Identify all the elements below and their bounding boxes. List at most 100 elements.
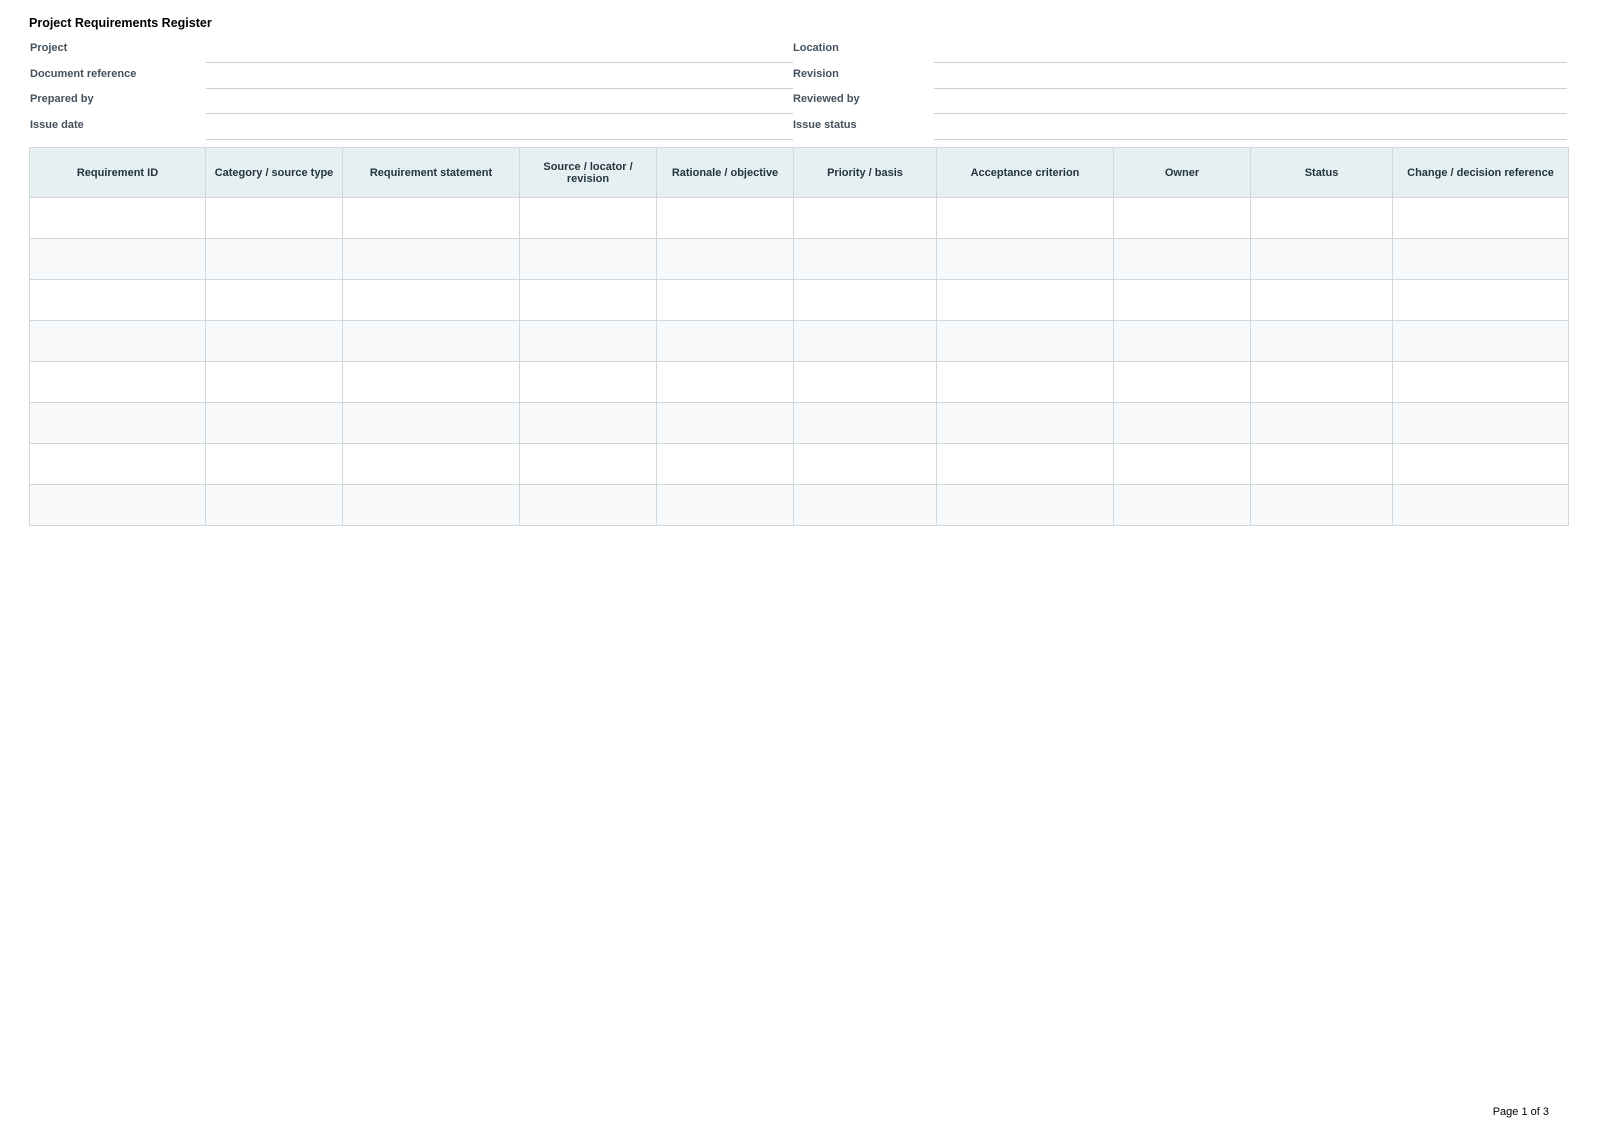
table-cell[interactable] [936, 197, 1114, 239]
table-cell[interactable] [793, 238, 937, 280]
table-cell[interactable] [1392, 279, 1569, 321]
table-cell[interactable] [656, 320, 794, 362]
table-cell[interactable] [205, 484, 343, 526]
table-cell[interactable] [793, 443, 937, 485]
table-cell[interactable] [936, 402, 1114, 444]
table-cell[interactable] [205, 320, 343, 362]
table-cell[interactable] [793, 484, 937, 526]
table-cell[interactable] [656, 443, 794, 485]
metadata-row: Prepared by Reviewed by [29, 89, 1567, 115]
table-cell[interactable] [936, 361, 1114, 403]
table-cell[interactable] [205, 197, 343, 239]
table-cell[interactable] [342, 361, 520, 403]
table-row [29, 279, 1569, 321]
table-cell[interactable] [29, 443, 206, 485]
table-cell[interactable] [656, 484, 794, 526]
table-cell[interactable] [656, 197, 794, 239]
table-cell[interactable] [342, 279, 520, 321]
table-cell[interactable] [29, 197, 206, 239]
table-cell[interactable] [519, 197, 657, 239]
table-cell[interactable] [342, 197, 520, 239]
table-cell[interactable] [656, 279, 794, 321]
table-cell[interactable] [342, 320, 520, 362]
table-cell[interactable] [1113, 484, 1251, 526]
table-cell[interactable] [1250, 279, 1393, 321]
revision-label: Revision [793, 67, 839, 80]
table-cell[interactable] [1392, 361, 1569, 403]
table-cell[interactable] [936, 443, 1114, 485]
table-cell[interactable] [936, 320, 1114, 362]
issue-date-field[interactable] [206, 138, 793, 140]
table-cell[interactable] [936, 484, 1114, 526]
table-cell[interactable] [656, 402, 794, 444]
table-cell[interactable] [793, 279, 937, 321]
issue-status-field[interactable] [934, 138, 1567, 140]
table-cell[interactable] [342, 484, 520, 526]
column-header-category: Category / source type [205, 147, 343, 198]
table-cell[interactable] [205, 402, 343, 444]
table-cell[interactable] [519, 402, 657, 444]
table-cell[interactable] [1113, 443, 1251, 485]
table-cell[interactable] [1113, 320, 1251, 362]
table-cell[interactable] [205, 443, 343, 485]
table-cell[interactable] [1250, 361, 1393, 403]
table-cell[interactable] [1113, 238, 1251, 280]
table-cell[interactable] [1113, 279, 1251, 321]
table-cell[interactable] [519, 320, 657, 362]
table-cell[interactable] [793, 197, 937, 239]
table-cell[interactable] [793, 320, 937, 362]
table-cell[interactable] [519, 279, 657, 321]
table-cell[interactable] [1392, 320, 1569, 362]
column-header-status: Status [1250, 147, 1393, 198]
table-cell[interactable] [205, 361, 343, 403]
table-cell[interactable] [342, 238, 520, 280]
table-cell[interactable] [1392, 197, 1569, 239]
table-cell[interactable] [519, 238, 657, 280]
table-cell[interactable] [793, 402, 937, 444]
table-cell[interactable] [519, 484, 657, 526]
table-cell[interactable] [342, 443, 520, 485]
metadata-row: Project Location [29, 38, 1567, 64]
table-cell[interactable] [1113, 402, 1251, 444]
table-cell[interactable] [1250, 197, 1393, 239]
table-cell[interactable] [936, 279, 1114, 321]
table-cell[interactable] [29, 320, 206, 362]
page-number: Page 1 of 3 [1492, 1106, 1549, 1118]
table-cell[interactable] [1392, 443, 1569, 485]
table-cell[interactable] [1113, 361, 1251, 403]
table-cell[interactable] [29, 279, 206, 321]
metadata-row: Issue date Issue status [29, 115, 1567, 141]
table-cell[interactable] [1392, 484, 1569, 526]
table-cell[interactable] [29, 402, 206, 444]
document-title: Project Requirements Register [29, 16, 212, 30]
table-cell[interactable] [1250, 238, 1393, 280]
table-cell[interactable] [519, 361, 657, 403]
table-cell[interactable] [1392, 402, 1569, 444]
table-cell[interactable] [29, 238, 206, 280]
table-cell[interactable] [656, 238, 794, 280]
table-cell[interactable] [1250, 402, 1393, 444]
table-cell[interactable] [342, 402, 520, 444]
table-cell[interactable] [519, 443, 657, 485]
column-header-requirement-statement: Requirement statement [342, 147, 520, 198]
table-row [29, 484, 1569, 526]
table-cell[interactable] [936, 238, 1114, 280]
table-cell[interactable] [205, 279, 343, 321]
column-header-owner: Owner [1113, 147, 1251, 198]
table-row [29, 238, 1569, 280]
table-cell[interactable] [1250, 484, 1393, 526]
table-cell[interactable] [1250, 320, 1393, 362]
table-cell[interactable] [1392, 238, 1569, 280]
table-cell[interactable] [29, 484, 206, 526]
table-cell[interactable] [656, 361, 794, 403]
reviewed-by-label: Reviewed by [793, 93, 860, 105]
table-cell[interactable] [29, 361, 206, 403]
table-cell[interactable] [793, 361, 937, 403]
table-cell[interactable] [205, 238, 343, 280]
column-header-rationale: Rationale / objective [656, 147, 794, 198]
issue-date-label: Issue date [30, 118, 84, 131]
location-label: Location [793, 42, 839, 54]
table-cell[interactable] [1113, 197, 1251, 239]
table-cell[interactable] [1250, 443, 1393, 485]
column-header-source: Source / locator / revision [519, 147, 657, 198]
